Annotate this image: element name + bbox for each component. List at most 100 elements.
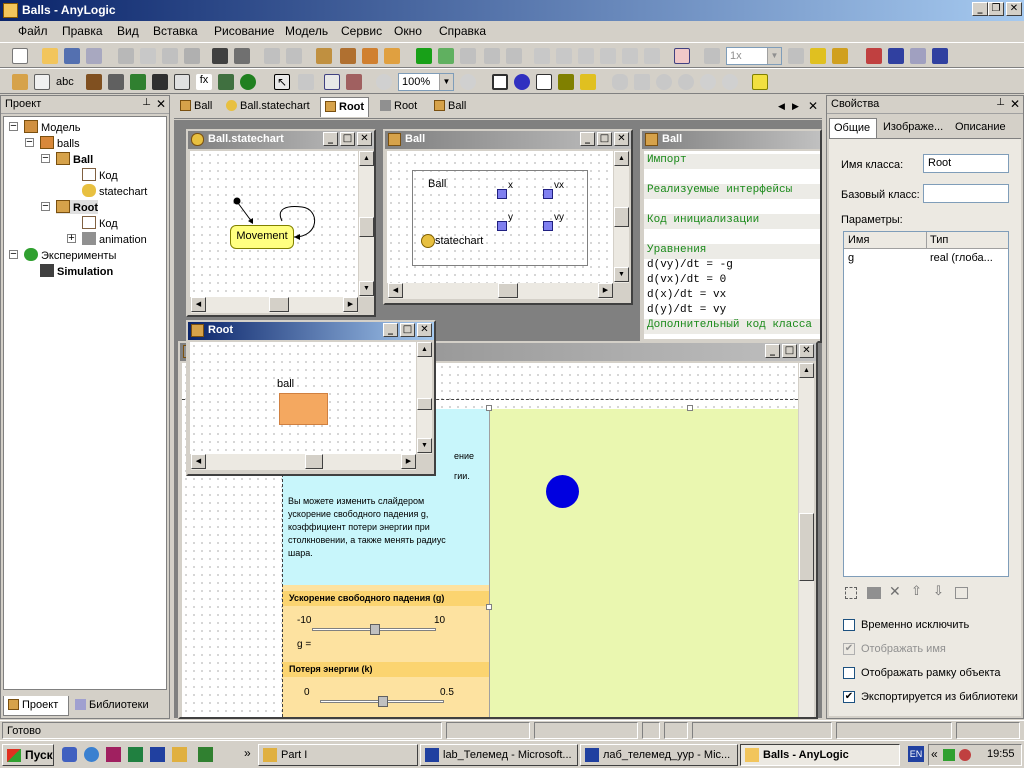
- tree-item-statechart[interactable]: statechart: [82, 184, 147, 198]
- slider2-track[interactable]: [320, 696, 444, 707]
- edit-param-icon[interactable]: [867, 587, 881, 599]
- delete-param-icon[interactable]: ✕: [889, 583, 901, 600]
- ball-instance[interactable]: [279, 393, 328, 425]
- add-param-icon[interactable]: [845, 587, 857, 599]
- save-all-icon[interactable]: [86, 48, 102, 64]
- find-icon[interactable]: [212, 48, 228, 64]
- tab-close-icon[interactable]: ✕: [808, 99, 818, 113]
- excel-icon[interactable]: [128, 747, 143, 762]
- task-lab-telemed-uur[interactable]: лаб_телемед_уур - Mic...: [580, 744, 738, 766]
- tree-expander[interactable]: −: [9, 249, 18, 260]
- vertical-scrollbar[interactable]: ▲: [798, 363, 814, 717]
- close-icon[interactable]: ✕: [156, 97, 166, 111]
- scroll-thumb[interactable]: [359, 217, 374, 237]
- editor-tab-ball[interactable]: Ball: [176, 97, 216, 117]
- new-icon[interactable]: [12, 48, 28, 64]
- editor-tab-ball-statechart[interactable]: Ball.statechart: [222, 97, 314, 117]
- vertical-scrollbar[interactable]: ▲ ▼: [358, 151, 374, 297]
- selection-handle[interactable]: [687, 405, 693, 411]
- hand-icon[interactable]: [298, 74, 314, 90]
- image-icon[interactable]: [130, 74, 146, 90]
- security-icon[interactable]: [959, 749, 971, 761]
- scroll-thumb[interactable]: [417, 398, 432, 410]
- variable-y-icon[interactable]: [497, 221, 507, 231]
- export-checkbox[interactable]: ✔: [843, 691, 855, 703]
- table-row[interactable]: g real (глоба...: [844, 251, 1008, 266]
- class-icon[interactable]: [12, 74, 28, 90]
- tree-item-root[interactable]: Root: [56, 200, 99, 214]
- slider2-thumb[interactable]: [378, 696, 388, 707]
- move-up-icon[interactable]: ⇧: [911, 583, 922, 599]
- package-icon[interactable]: [340, 48, 356, 64]
- show-frame-checkbox[interactable]: [843, 667, 855, 679]
- column-type[interactable]: Тип: [930, 234, 948, 246]
- vertical-scrollbar[interactable]: ▲ ▼: [416, 342, 432, 454]
- app-icon[interactable]: [106, 747, 121, 762]
- state-icon[interactable]: [492, 74, 508, 90]
- horizontal-scrollbar[interactable]: ◀ ▶: [387, 283, 613, 299]
- fast-icon[interactable]: [788, 48, 804, 64]
- params-table[interactable]: Имя Тип g real (глоба...: [843, 231, 1009, 577]
- maximize-button[interactable]: □: [782, 344, 797, 358]
- tree-item-balls[interactable]: balls: [40, 136, 80, 150]
- delete-icon[interactable]: [184, 48, 200, 64]
- port-icon[interactable]: [86, 74, 102, 90]
- network-icon[interactable]: [943, 749, 955, 761]
- param-icon[interactable]: [218, 74, 234, 90]
- shape1-icon[interactable]: [612, 74, 628, 90]
- snap-icon[interactable]: [346, 74, 362, 90]
- tree-expander[interactable]: −: [41, 153, 50, 164]
- scroll-down-icon[interactable]: ▼: [417, 438, 432, 453]
- scroll-thumb[interactable]: [305, 454, 323, 469]
- editor-tab-root[interactable]: Root: [376, 97, 421, 117]
- minimize-button[interactable]: _: [323, 132, 338, 146]
- scroll-left-icon[interactable]: ◀: [191, 297, 206, 312]
- table-icon[interactable]: [174, 74, 190, 90]
- quicklaunch-more-icon[interactable]: »: [244, 746, 251, 760]
- tree-expander[interactable]: −: [9, 121, 18, 132]
- editor-tab-root-active[interactable]: Root: [320, 97, 370, 117]
- experiment-icon[interactable]: [240, 74, 256, 90]
- tree-item-model[interactable]: Модель: [24, 120, 80, 134]
- step-icon[interactable]: [484, 48, 500, 64]
- pause-icon[interactable]: [460, 48, 476, 64]
- menu-model[interactable]: Модель: [285, 24, 328, 38]
- vertical-scrollbar[interactable]: ▲ ▼: [613, 151, 629, 283]
- shape2-icon[interactable]: [634, 74, 650, 90]
- statechart-canvas[interactable]: Movement: [190, 151, 358, 297]
- paste-icon[interactable]: [162, 48, 178, 64]
- scroll-up-icon[interactable]: ▲: [417, 342, 432, 357]
- close-icon[interactable]: ✕: [1010, 97, 1020, 111]
- tree-item-ball[interactable]: Ball: [56, 152, 93, 166]
- scroll-right-icon[interactable]: ▶: [343, 297, 358, 312]
- zoom-out-icon[interactable]: [376, 74, 392, 90]
- start-button[interactable]: Пуск: [2, 744, 54, 766]
- code-editor[interactable]: Импорт Реализуемые интерфейсы Код инициа…: [644, 151, 820, 339]
- menu-help[interactable]: Справка: [439, 24, 486, 38]
- scroll-thumb[interactable]: [498, 283, 518, 298]
- close-button[interactable]: ✕: [357, 132, 372, 146]
- close-button[interactable]: ✕: [799, 344, 814, 358]
- tree-expander[interactable]: −: [25, 137, 34, 148]
- select-icon[interactable]: ↖: [274, 74, 290, 90]
- variable-vx-icon[interactable]: [543, 189, 553, 199]
- horizontal-scrollbar[interactable]: ◀ ▶: [190, 297, 358, 313]
- function-icon[interactable]: fx: [196, 74, 212, 90]
- scroll-thumb[interactable]: [269, 297, 289, 312]
- tool-icon[interactable]: [832, 48, 848, 64]
- task-balls-anylogic[interactable]: Balls - AnyLogic: [740, 744, 900, 766]
- scroll-down-icon[interactable]: ▼: [359, 281, 374, 296]
- copy-icon[interactable]: [140, 48, 156, 64]
- tab-image[interactable]: Изображе...: [879, 118, 947, 138]
- menu-window[interactable]: Окно: [394, 24, 422, 38]
- sim-tool5-icon[interactable]: [622, 48, 638, 64]
- save-icon[interactable]: [64, 48, 80, 64]
- browser-icon[interactable]: [84, 747, 99, 762]
- note-icon[interactable]: [752, 74, 768, 90]
- model-settings-icon[interactable]: [362, 48, 378, 64]
- scroll-right-icon[interactable]: ▶: [401, 454, 416, 469]
- minimize-button[interactable]: _: [972, 2, 988, 16]
- root-canvas[interactable]: ball: [190, 342, 416, 454]
- scroll-thumb[interactable]: [799, 513, 814, 581]
- zoom-in-icon[interactable]: [460, 74, 476, 90]
